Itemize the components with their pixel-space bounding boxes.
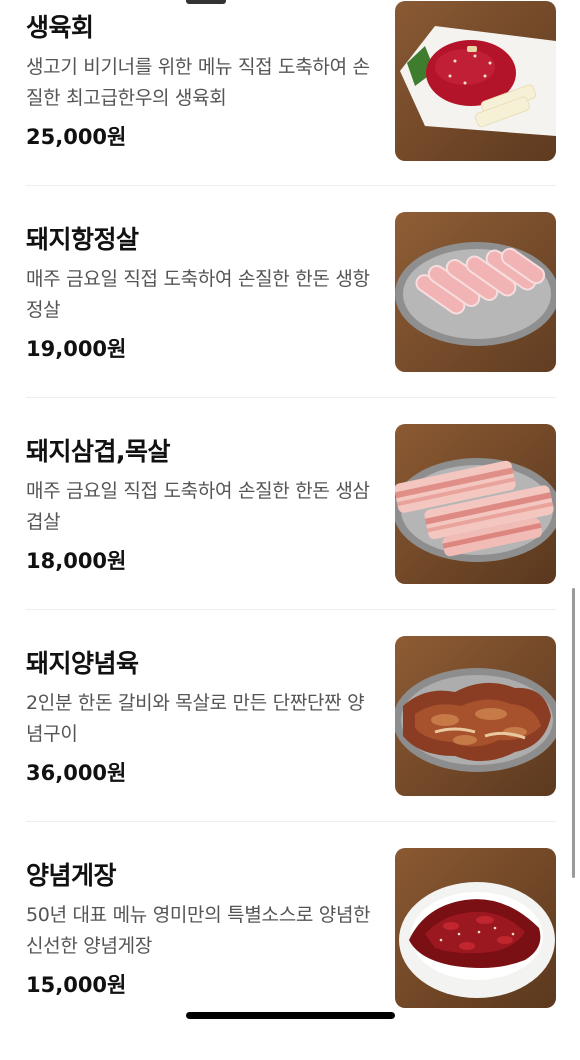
menu-item[interactable]: 돼지양념육 2인분 한돈 갈비와 목살로 만든 단짠단짠 양념구이 36,000… [0, 636, 580, 848]
menu-item-price: 19,000원 [26, 337, 127, 361]
scrollbar[interactable] [572, 588, 575, 878]
beef-tartare-photo[interactable] [395, 1, 556, 161]
menu-item-description: 생고기 비기너를 위한 메뉴 직접 도축하여 손질한 최고급한우의 생육회 [26, 56, 370, 109]
menu-item-name: 돼지양념육 [26, 649, 139, 678]
menu-item-price: 15,000원 [26, 973, 127, 997]
menu-item[interactable]: 돼지삼겹,목살 매주 금요일 직접 도축하여 손질한 한돈 생삼겹살 18,00… [0, 424, 580, 636]
menu-item-description: 매주 금요일 직접 도축하여 손질한 한돈 생삼겹살 [26, 480, 370, 533]
marinated-pork-photo[interactable] [395, 636, 556, 796]
menu-item-name: 돼지삼겹,목살 [26, 437, 171, 466]
menu-item-price: 36,000원 [26, 761, 127, 785]
divider [26, 821, 556, 822]
menu-item-description: 매주 금요일 직접 도축하여 손질한 한돈 생항정살 [26, 268, 370, 321]
divider [26, 609, 556, 610]
menu-item-description: 50년 대표 메뉴 영미만의 특별소스로 양념한 신선한 양념게장 [26, 904, 371, 957]
pork-jowl-photo[interactable] [395, 212, 556, 372]
menu-item-text: 돼지삼겹,목살 매주 금요일 직접 도축하여 손질한 한돈 생삼겹살 18,00… [26, 436, 376, 576]
menu-item-text: 양념게장 50년 대표 메뉴 영미만의 특별소스로 양념한 신선한 양념게장 1… [26, 860, 376, 1000]
menu-item-name: 생육회 [26, 13, 94, 42]
divider [26, 185, 556, 186]
menu-item-name: 돼지항정살 [26, 225, 139, 254]
menu-item-description: 2인분 한돈 갈비와 목살로 만든 단짠단짠 양념구이 [26, 692, 365, 745]
menu-item-name: 양념게장 [26, 861, 117, 890]
seasoned-crab-photo[interactable] [395, 848, 556, 1008]
menu-item[interactable]: 돼지항정살 매주 금요일 직접 도축하여 손질한 한돈 생항정살 19,000원 [0, 212, 580, 424]
menu-item-text: 돼지양념육 2인분 한돈 갈비와 목살로 만든 단짠단짠 양념구이 36,000… [26, 648, 376, 788]
menu-item-text: 생육회 생고기 비기너를 위한 메뉴 직접 도축하여 손질한 최고급한우의 생육… [26, 12, 376, 152]
menu-item[interactable]: 생육회 생고기 비기너를 위한 메뉴 직접 도축하여 손질한 최고급한우의 생육… [0, 0, 580, 212]
menu-item-price: 18,000원 [26, 549, 127, 573]
home-indicator[interactable] [186, 1012, 395, 1019]
menu-item[interactable]: 양념게장 50년 대표 메뉴 영미만의 특별소스로 양념한 신선한 양념게장 1… [0, 848, 580, 1060]
pork-belly-photo[interactable] [395, 424, 556, 584]
menu-item-price: 25,000원 [26, 125, 127, 149]
menu-item-text: 돼지항정살 매주 금요일 직접 도축하여 손질한 한돈 생항정살 19,000원 [26, 224, 376, 364]
divider [26, 397, 556, 398]
